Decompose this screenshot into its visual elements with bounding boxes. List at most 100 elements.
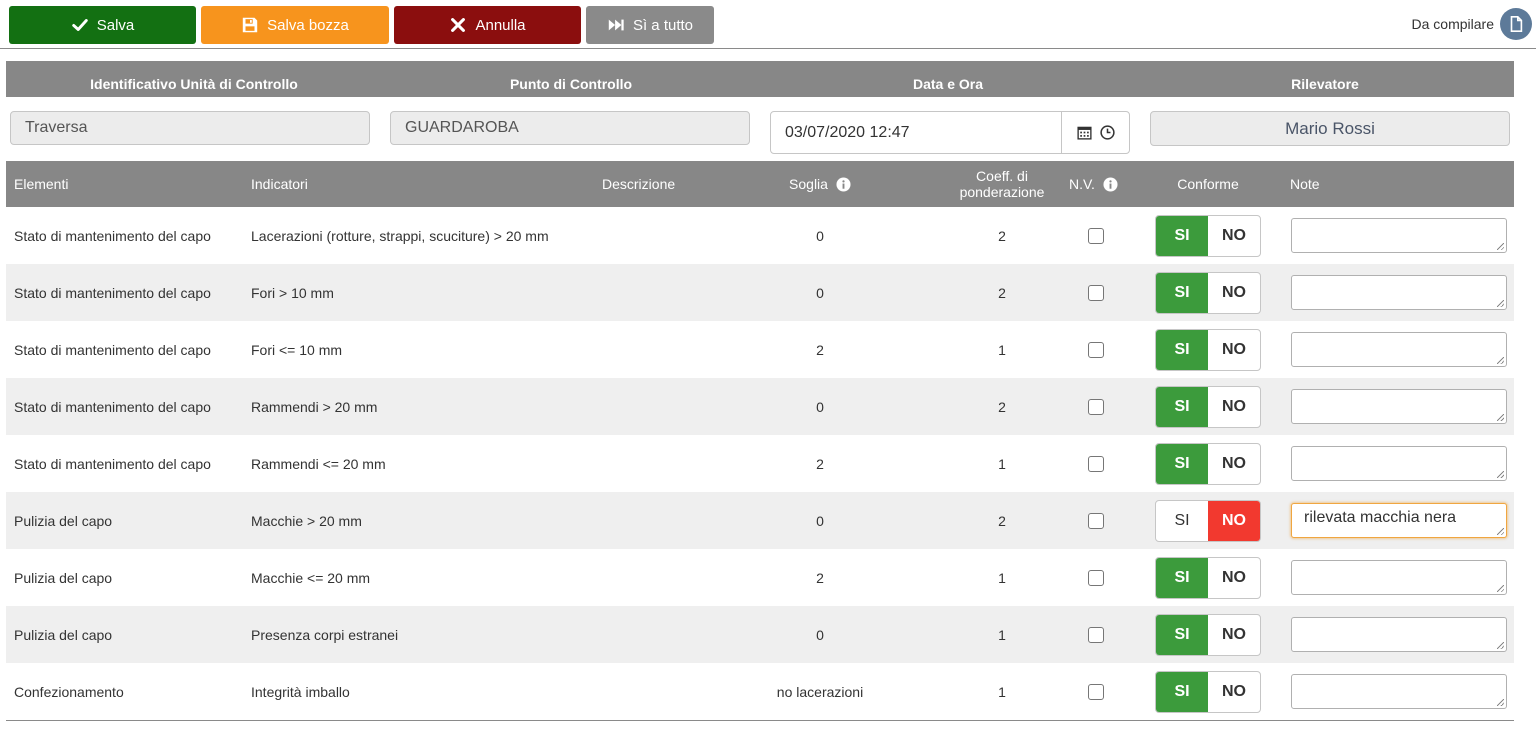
info-icon[interactable]: [836, 176, 851, 192]
status-indicator: Da compilare: [1412, 8, 1532, 40]
conforme-toggle: SI NO: [1155, 385, 1261, 428]
surveyor-field: Mario Rossi: [1150, 111, 1510, 146]
note-textarea[interactable]: [1291, 389, 1507, 424]
row-indicatore: Presenza corpi estranei: [251, 626, 399, 643]
conforme-si-button[interactable]: SI: [1156, 501, 1208, 541]
conforme-toggle: SI NO: [1155, 556, 1261, 599]
conforme-no-button[interactable]: NO: [1208, 273, 1260, 313]
note-textarea[interactable]: [1291, 560, 1507, 595]
status-label: Da compilare: [1411, 16, 1494, 32]
surveyor-value: Mario Rossi: [1285, 118, 1375, 138]
save-draft-button[interactable]: Salva bozza: [201, 6, 389, 44]
column-header-nv-label: N.V.: [1069, 176, 1095, 192]
conforme-no-button[interactable]: NO: [1208, 615, 1260, 655]
conforme-no-button[interactable]: NO: [1208, 558, 1260, 598]
row-coeff: 1: [998, 455, 1006, 472]
row-elemento: Stato di mantenimento del capo: [14, 227, 211, 244]
nv-checkbox[interactable]: [1088, 227, 1104, 244]
surveyor-label: Rilevatore: [1291, 76, 1359, 92]
nv-checkbox[interactable]: [1088, 284, 1104, 301]
close-icon: [451, 18, 466, 32]
conforme-si-button[interactable]: SI: [1156, 329, 1208, 370]
row-coeff: 1: [998, 683, 1006, 700]
nv-checkbox[interactable]: [1088, 455, 1104, 472]
note-textarea[interactable]: [1291, 275, 1507, 310]
column-header-elementi: Elementi: [14, 176, 69, 192]
table-row: Stato di mantenimento del capo Fori > 10…: [6, 264, 1514, 321]
unit-id-label: Identificativo Unità di Controllo: [90, 76, 298, 92]
row-indicatore: Fori <= 10 mm: [251, 341, 343, 358]
note-textarea[interactable]: [1291, 446, 1507, 481]
nv-checkbox[interactable]: [1088, 569, 1104, 586]
conforme-no-button[interactable]: NO: [1208, 500, 1260, 541]
row-elemento: Stato di mantenimento del capo: [14, 284, 211, 301]
nv-checkbox[interactable]: [1088, 683, 1104, 700]
table-header: Elementi Indicatori Descrizione Soglia C…: [6, 161, 1514, 207]
row-indicatore: Lacerazioni (rotture, strappi, scuciture…: [251, 227, 549, 244]
column-header-soglia-label: Soglia: [789, 176, 828, 192]
row-coeff: 2: [998, 284, 1006, 301]
row-elemento: Stato di mantenimento del capo: [14, 455, 211, 472]
row-elemento: Pulizia del capo: [14, 512, 113, 529]
conforme-no-button[interactable]: NO: [1208, 444, 1260, 484]
conforme-si-button[interactable]: SI: [1156, 614, 1208, 655]
conforme-si-button[interactable]: SI: [1156, 557, 1208, 598]
table-row: Pulizia del capo Macchie > 20 mm 0 2 SI N…: [6, 492, 1514, 549]
row-elemento: Pulizia del capo: [14, 569, 113, 586]
calendar-icon[interactable]: [1076, 124, 1093, 141]
conforme-no-button[interactable]: NO: [1208, 672, 1260, 712]
document-icon: [1500, 8, 1532, 40]
datetime-input[interactable]: 03/07/2020 12:47: [770, 111, 1130, 154]
row-soglia: 2: [816, 455, 824, 472]
row-elemento: Pulizia del capo: [14, 626, 113, 643]
row-elemento: Stato di mantenimento del capo: [14, 341, 211, 358]
datetime-label: Data e Ora: [912, 76, 984, 92]
table-row: Confezionamento Integrità imballo no lac…: [6, 663, 1514, 720]
note-textarea[interactable]: [1291, 332, 1507, 367]
conforme-no-button[interactable]: NO: [1208, 216, 1260, 256]
conforme-si-button[interactable]: SI: [1156, 272, 1208, 313]
table-row: Pulizia del capo Presenza corpi estranei…: [6, 606, 1514, 663]
conforme-no-button[interactable]: NO: [1208, 387, 1260, 427]
conforme-toggle: SI NO: [1155, 214, 1261, 257]
row-coeff: 1: [998, 626, 1006, 643]
note-textarea[interactable]: [1291, 674, 1507, 709]
row-soglia: 2: [816, 341, 824, 358]
row-indicatore: Fori > 10 mm: [251, 284, 334, 301]
table-row: Stato di mantenimento del capo Fori <= 1…: [6, 321, 1514, 378]
clock-icon[interactable]: [1099, 124, 1116, 141]
table-body: Stato di mantenimento del capo Lacerazio…: [6, 207, 1514, 720]
row-elemento: Stato di mantenimento del capo: [14, 398, 211, 415]
conforme-si-button[interactable]: SI: [1156, 671, 1208, 712]
row-coeff: 2: [998, 398, 1006, 415]
info-icon[interactable]: [1103, 176, 1118, 192]
yes-to-all-button[interactable]: Sì a tutto: [586, 6, 714, 44]
nv-checkbox[interactable]: [1088, 512, 1104, 529]
column-header-conforme: Conforme: [1177, 176, 1239, 192]
table-row: Pulizia del capo Macchie <= 20 mm 2 1 SI…: [6, 549, 1514, 606]
note-textarea[interactable]: rilevata macchia nera: [1291, 503, 1507, 538]
nv-checkbox[interactable]: [1088, 626, 1104, 643]
row-coeff: 1: [998, 341, 1006, 358]
column-header-indicatori: Indicatori: [251, 176, 308, 192]
conforme-toggle: SI NO: [1155, 670, 1261, 713]
conforme-toggle: SI NO: [1155, 442, 1261, 485]
datetime-value: 03/07/2020 12:47: [785, 123, 910, 141]
conforme-si-button[interactable]: SI: [1156, 443, 1208, 484]
table-row: Stato di mantenimento del capo Rammendi …: [6, 435, 1514, 492]
note-textarea[interactable]: [1291, 218, 1507, 253]
cancel-button[interactable]: Annulla: [394, 6, 581, 44]
nv-checkbox[interactable]: [1088, 341, 1104, 358]
nv-checkbox[interactable]: [1088, 398, 1104, 415]
note-textarea[interactable]: [1291, 617, 1507, 652]
column-header-descrizione: Descrizione: [602, 176, 676, 192]
conforme-no-button[interactable]: NO: [1208, 330, 1260, 370]
conforme-si-button[interactable]: SI: [1156, 386, 1208, 427]
conforme-si-button[interactable]: SI: [1156, 215, 1208, 256]
row-indicatore: Integrità imballo: [251, 683, 350, 700]
conforme-toggle: SI NO: [1155, 613, 1261, 656]
row-elemento: Confezionamento: [14, 683, 124, 700]
column-header-soglia: Soglia: [740, 161, 900, 207]
bottom-divider: [6, 720, 1514, 721]
save-button[interactable]: Salva: [9, 6, 196, 44]
